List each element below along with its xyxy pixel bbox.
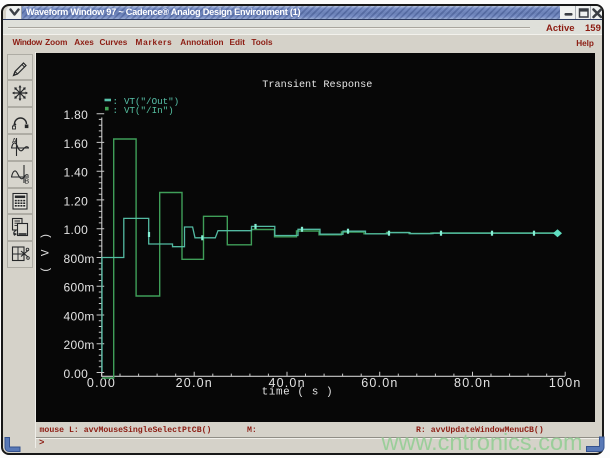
svg-text:1.00: 1.00 bbox=[64, 223, 89, 237]
svg-text:600m: 600m bbox=[64, 281, 95, 295]
svg-text:400m: 400m bbox=[64, 310, 95, 324]
svg-text:VT("/In"): VT("/In") bbox=[124, 105, 174, 116]
svg-text:1.80: 1.80 bbox=[64, 108, 89, 122]
svg-text:1.20: 1.20 bbox=[64, 194, 89, 208]
svg-text:1.60: 1.60 bbox=[64, 137, 89, 151]
svg-text::: : bbox=[113, 105, 119, 116]
svg-text:time ( s ): time ( s ) bbox=[262, 386, 334, 398]
svg-text:800m: 800m bbox=[64, 252, 95, 266]
svg-text:80.0n: 80.0n bbox=[454, 376, 491, 390]
svg-text:60.0n: 60.0n bbox=[361, 376, 398, 390]
svg-text:1.40: 1.40 bbox=[64, 166, 89, 180]
svg-text:20.0n: 20.0n bbox=[176, 376, 213, 390]
svg-text:200m: 200m bbox=[64, 338, 95, 352]
svg-text:100n: 100n bbox=[549, 376, 582, 390]
svg-text:0.00: 0.00 bbox=[64, 367, 89, 381]
svg-text:Transient Response: Transient Response bbox=[262, 79, 372, 91]
svg-text:( V ): ( V ) bbox=[41, 231, 53, 273]
